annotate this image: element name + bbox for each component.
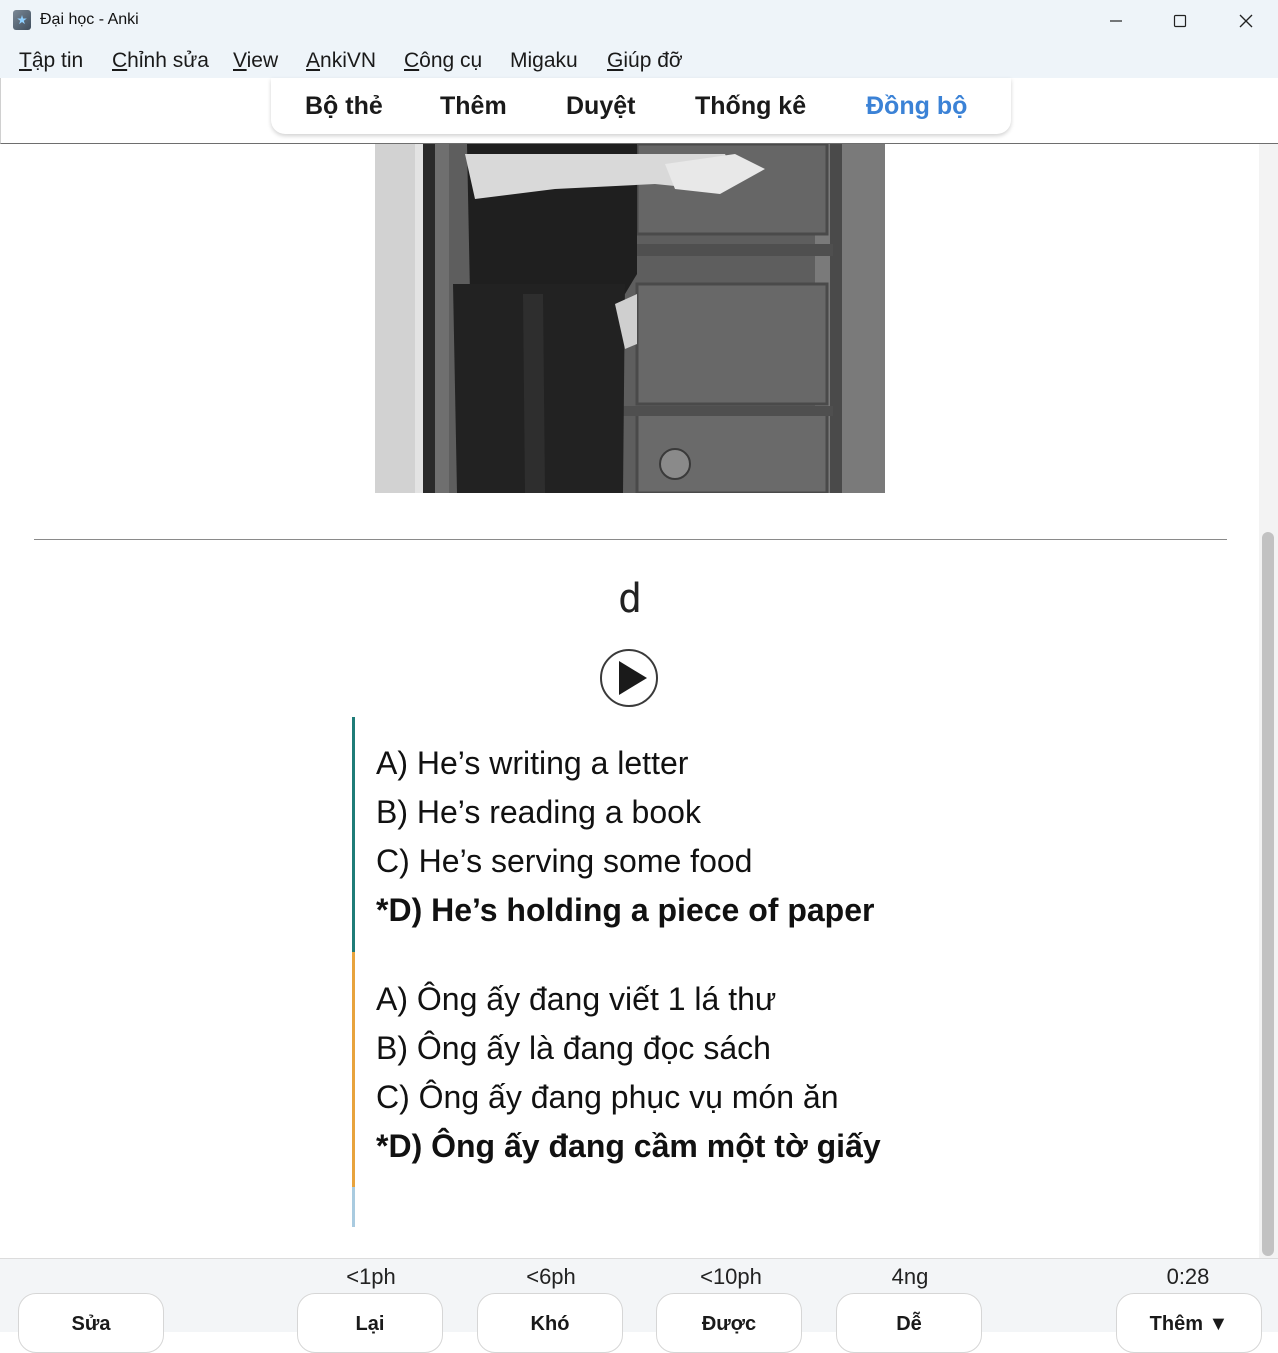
interval-hard: <6ph [526,1264,576,1289]
option-vi-c: C) Ông ấy đang phục vụ món ăn [376,1079,839,1115]
play-icon[interactable] [600,649,658,707]
title-bar: Đại học - Anki [0,0,1278,42]
maximize-icon[interactable] [1148,0,1212,42]
again-button[interactable]: Lại [297,1293,443,1353]
menu-edit[interactable]: Chỉnh sửa [112,49,209,73]
menu-file[interactable]: Tập tin [19,49,83,73]
more-button[interactable]: Thêm ▼ [1116,1293,1262,1353]
option-vi-a: A) Ông ấy đang viết 1 lá thư [376,981,777,1017]
option-en-b: B) He’s reading a book [376,794,701,830]
option-en-a: A) He’s writing a letter [376,745,689,781]
answer-letter: d [617,576,643,622]
toolbar-add[interactable]: Thêm [440,92,507,121]
toolbar-decks[interactable]: Bộ thẻ [305,92,383,121]
options-vietnamese: A) Ông ấy đang viết 1 lá thư B) Ông ấy l… [352,952,972,1187]
options-english: A) He’s writing a letter B) He’s reading… [352,717,972,952]
card-content: d A) He’s writing a letter B) He’s readi… [1,144,1259,1258]
card-photo [375,144,885,493]
answer-divider [34,539,1227,540]
toolbar-stats[interactable]: Thống kê [695,92,806,121]
window-title: Đại học - Anki [40,11,139,28]
menu-ankivn[interactable]: AnkiVN [306,49,376,73]
interval-good: <10ph [700,1264,762,1289]
notes-block [352,1187,972,1227]
menu-migaku[interactable]: Migaku [510,49,578,73]
toolbar-browse[interactable]: Duyệt [566,92,635,121]
menu-help[interactable]: Giúp đỡ [607,49,683,73]
menu-tools[interactable]: Công cụ [404,49,482,73]
close-icon[interactable] [1214,0,1278,42]
anki-app-icon [13,10,31,30]
good-button[interactable]: Được [656,1293,802,1353]
option-vi-b: B) Ông ấy là đang đọc sách [376,1030,771,1066]
option-en-c: C) He’s serving some food [376,843,753,879]
menu-bar: Tập tin Chỉnh sửa View AnkiVN Công cụ Mi… [0,42,1278,78]
interval-easy: 4ng [891,1264,929,1289]
option-en-d-correct: *D) He’s holding a piece of paper [376,892,875,928]
easy-button[interactable]: Dễ [836,1293,982,1353]
toolbar-area: Bộ thẻ Thêm Duyệt Thống kê Đồng bộ [0,78,1278,144]
scrollbar-thumb[interactable] [1262,532,1274,1256]
option-vi-d-correct: *D) Ông ấy đang cầm một tờ giấy [376,1128,881,1164]
answer-bar: <1ph <6ph <10ph 4ng 0:28 Sửa Lại Khó Đượ… [0,1258,1278,1353]
hard-button[interactable]: Khó [477,1293,623,1353]
menu-view[interactable]: View [233,49,278,73]
review-timer: 0:28 [1166,1264,1210,1289]
minimize-icon[interactable] [1084,0,1148,42]
toolbar-sync[interactable]: Đồng bộ [866,92,967,121]
main-toolbar: Bộ thẻ Thêm Duyệt Thống kê Đồng bộ [271,78,1011,134]
edit-button[interactable]: Sửa [18,1293,164,1353]
interval-again: <1ph [346,1264,396,1289]
